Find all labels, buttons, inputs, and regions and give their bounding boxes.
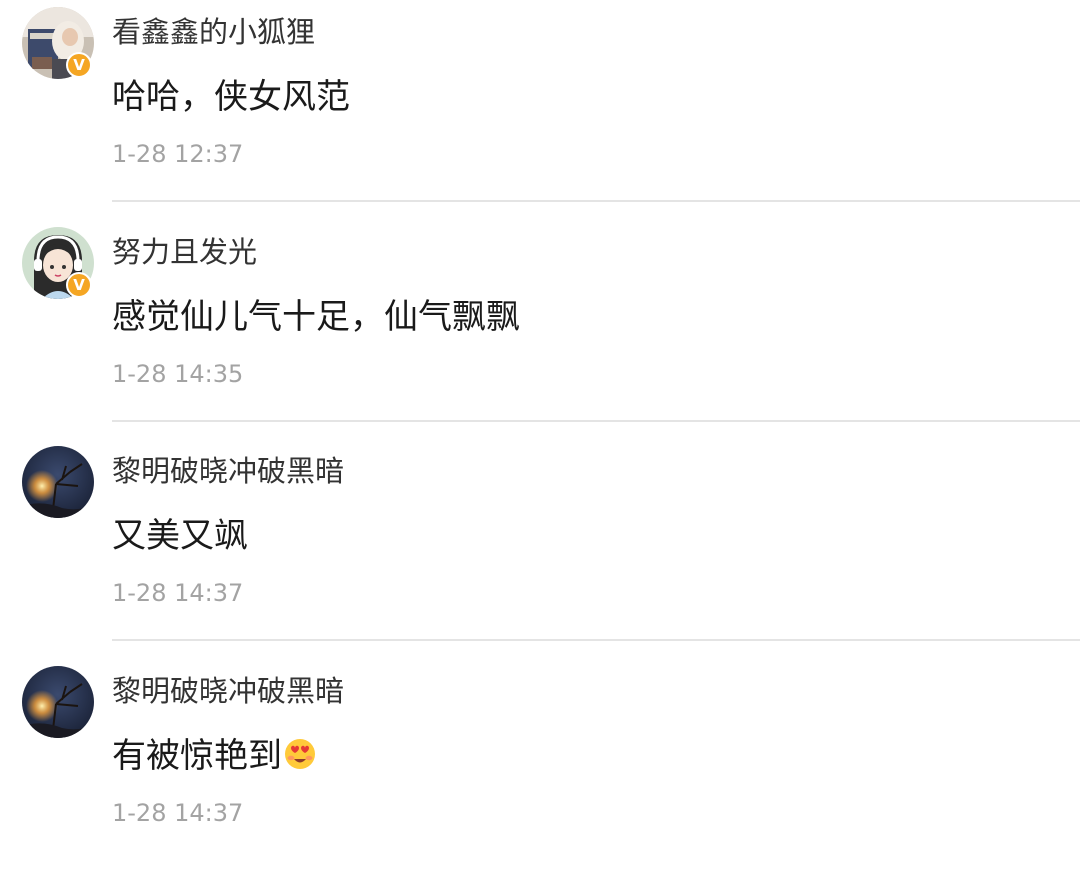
divider xyxy=(112,200,1080,202)
comment-item: 黎明破晓冲破黑暗 有被惊艳到 1-28 14:37 xyxy=(0,659,1080,878)
divider xyxy=(112,639,1080,641)
username[interactable]: 看鑫鑫的小狐狸 xyxy=(112,12,315,52)
timestamp: 1-28 14:37 xyxy=(112,579,244,607)
comment-item: V 努力且发光 感觉仙儿气十足，仙气飘飘 1-28 14:35 xyxy=(0,220,1080,439)
verified-badge-icon: V xyxy=(66,272,92,298)
timestamp: 1-28 12:37 xyxy=(112,140,244,168)
heart-eyes-face-emoji-icon xyxy=(283,737,317,783)
avatar[interactable] xyxy=(22,446,94,518)
comment-text: 感觉仙儿气十足，仙气飘飘 xyxy=(112,297,520,337)
comment-item: V 看鑫鑫的小狐狸 哈哈，侠女风范 1-28 12:37 xyxy=(0,0,1080,219)
username[interactable]: 黎明破晓冲破黑暗 xyxy=(112,671,344,711)
comment-list: V 看鑫鑫的小狐狸 哈哈，侠女风范 1-28 12:37 V 努力且发光 感觉仙… xyxy=(0,0,1080,850)
comment-text: 有被惊艳到 xyxy=(112,736,282,776)
timestamp: 1-28 14:37 xyxy=(112,799,244,827)
username[interactable]: 黎明破晓冲破黑暗 xyxy=(112,451,344,491)
avatar[interactable] xyxy=(22,666,94,738)
verified-badge-icon: V xyxy=(66,52,92,78)
night-streetlight-avatar xyxy=(22,446,94,518)
comment-text-row: 有被惊艳到 xyxy=(112,733,317,783)
night-streetlight-avatar xyxy=(22,666,94,738)
timestamp: 1-28 14:35 xyxy=(112,360,244,388)
comment-item: 黎明破晓冲破黑暗 又美又飒 1-28 14:37 xyxy=(0,439,1080,658)
username[interactable]: 努力且发光 xyxy=(112,232,257,272)
comment-text: 又美又飒 xyxy=(112,516,248,556)
comment-text: 哈哈，侠女风范 xyxy=(112,77,350,117)
divider xyxy=(112,420,1080,422)
